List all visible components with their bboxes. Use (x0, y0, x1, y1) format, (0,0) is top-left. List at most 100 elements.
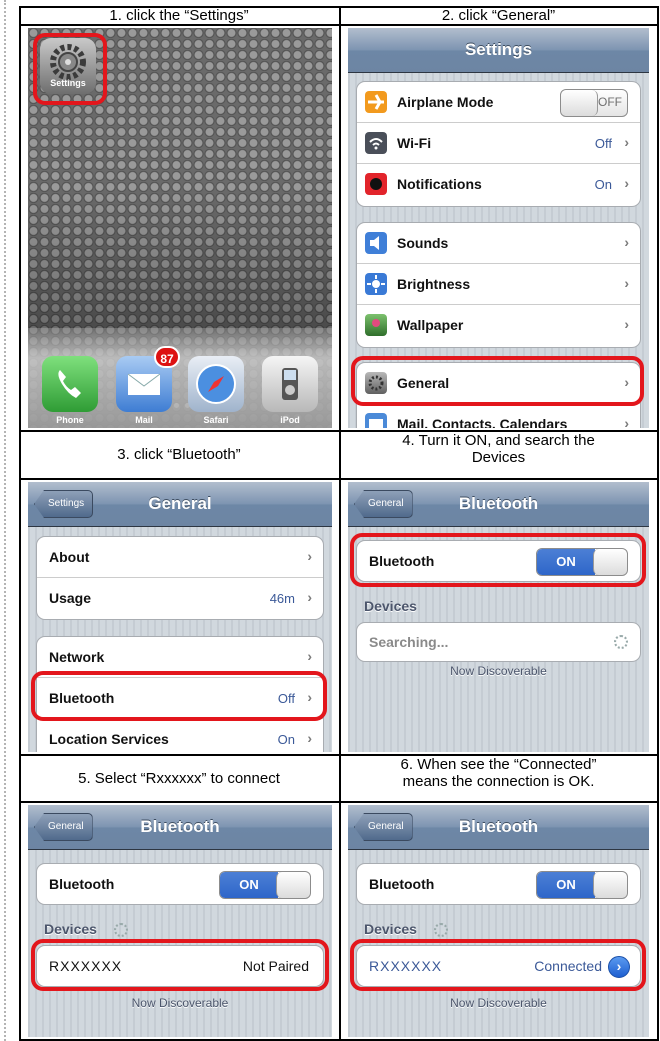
wallpaper-icon (365, 314, 387, 336)
bluetooth-toggle-group: Bluetooth ON (36, 863, 324, 905)
highlight-device (31, 939, 329, 991)
chevron-right-icon: › (307, 589, 312, 605)
chevron-right-icon: › (624, 134, 629, 150)
spinner-icon (614, 635, 628, 649)
searching-label: Searching... (369, 634, 449, 650)
highlight-general (351, 356, 644, 406)
bluetooth-navbar: General Bluetooth (348, 482, 649, 527)
step5-caption: 5. Select “Rxxxxxx” to connect (78, 770, 280, 787)
settings-row-label: Notifications (397, 176, 482, 192)
general-row-location[interactable]: Location Services On › (37, 719, 323, 752)
safari-icon (196, 364, 236, 404)
highlight-settings (33, 33, 107, 105)
toggle-state: OFF (598, 95, 622, 109)
step4-caption-line1: 4. Turn it ON, and search the (402, 432, 595, 449)
bluetooth-connected-screen: General Bluetooth Bluetooth ON Devices R… (348, 805, 649, 1037)
step4-caption-line2: Devices (471, 449, 526, 466)
safari-app-icon[interactable] (188, 356, 244, 412)
settings-row-brightness[interactable]: Brightness › (357, 264, 640, 305)
chevron-right-icon: › (624, 275, 629, 291)
notifications-glyph (370, 178, 382, 190)
step6-caption-line1: 6. When see the “Connected” (400, 756, 597, 773)
sun-glyph (367, 275, 385, 293)
bluetooth-row-label: Bluetooth (369, 876, 435, 892)
chevron-right-icon: › (624, 415, 629, 428)
location-value: On (277, 732, 295, 747)
envelope-glyph (369, 419, 383, 428)
settings-group-1: Airplane Mode OFF Wi-Fi Off › Notificati… (356, 81, 641, 207)
notifications-value: On (594, 177, 612, 192)
step6-caption: 6. When see the “Connected” means the co… (340, 756, 657, 790)
settings-row-notifications[interactable]: Notifications On › (357, 164, 640, 205)
settings-row-label: Airplane Mode (397, 94, 494, 110)
dock-label: iPod (280, 415, 300, 425)
general-row-label: About (49, 549, 90, 565)
general-title: General (148, 494, 212, 513)
ipod-icon (282, 368, 298, 400)
settings-row-label: Brightness (397, 276, 471, 292)
settings-row-label: Wi-Fi (397, 135, 432, 151)
table-divider (339, 6, 341, 1041)
bluetooth-title: Bluetooth (458, 494, 539, 513)
mail-app-icon[interactable]: 87 (116, 346, 180, 412)
chevron-right-icon: › (307, 548, 312, 564)
settings-navbar: Settings (348, 28, 649, 73)
bluetooth-toggle[interactable]: ON (219, 871, 311, 899)
bluetooth-row-label: Bluetooth (49, 876, 115, 892)
flower-glyph (372, 319, 380, 327)
settings-row-label: Wallpaper (397, 317, 464, 333)
settings-row-mail[interactable]: Mail, Contacts, Calendars › (357, 404, 640, 428)
wifi-glyph (369, 138, 383, 150)
settings-screen: Settings Airplane Mode OFF Wi-Fi Off › N… (348, 28, 649, 428)
bluetooth-toggle[interactable]: ON (536, 871, 628, 899)
discoverable-note: Now Discoverable (131, 996, 229, 1010)
chevron-right-icon: › (307, 730, 312, 746)
chevron-right-icon: › (624, 175, 629, 191)
margin-dotted-line (4, 0, 8, 1041)
general-row-usage[interactable]: Usage 46m › (37, 578, 323, 619)
home-screen: Settings Phone 87 Mail Safari iPod (28, 28, 332, 428)
searching-row: Searching... (357, 623, 640, 661)
toggle-knob (593, 872, 627, 898)
table-border-right (657, 6, 659, 1041)
step1-caption: 1. click the “Settings” (109, 7, 249, 24)
toggle-knob (276, 872, 310, 898)
settings-group-2: Sounds › Brightness › Wallpaper › (356, 222, 641, 348)
devices-header: Devices (44, 921, 97, 937)
settings-row-airplane[interactable]: Airplane Mode OFF (357, 82, 640, 123)
wifi-value: Off (594, 136, 612, 151)
settings-row-wallpaper[interactable]: Wallpaper › (357, 305, 640, 346)
bluetooth-title: Bluetooth (458, 817, 539, 836)
mail-icon (365, 413, 387, 428)
general-row-about[interactable]: About › (37, 537, 323, 578)
dock: Phone 87 Mail Safari iPod (28, 328, 332, 428)
settings-row-label: Mail, Contacts, Calendars (397, 416, 568, 428)
chevron-right-icon: › (624, 234, 629, 250)
settings-row-sounds[interactable]: Sounds › (357, 223, 640, 264)
ipod-app-icon[interactable] (262, 356, 318, 412)
notifications-icon (365, 173, 387, 195)
discoverable-note: Now Discoverable (450, 664, 547, 678)
settings-title: Settings (464, 40, 533, 59)
speaker-icon (365, 232, 387, 254)
general-screen: Settings General About › Usage 46m › Net… (28, 482, 332, 752)
bluetooth-title: Bluetooth (140, 817, 220, 836)
dock-label: Mail (135, 415, 153, 425)
settings-row-label: Sounds (397, 235, 449, 251)
bluetooth-row: Bluetooth ON (37, 864, 323, 904)
airplane-glyph (368, 94, 384, 110)
speaker-glyph (370, 236, 379, 250)
general-navbar: Settings General (28, 482, 332, 527)
step2-caption: 2. click “General” (441, 7, 556, 24)
spinner-icon (434, 923, 448, 937)
toggle-state: ON (537, 872, 595, 898)
bluetooth-select-screen: General Bluetooth Bluetooth ON Devices R… (28, 805, 332, 1037)
toggle-state: ON (220, 872, 278, 898)
highlight-connected (350, 939, 646, 991)
phone-app-icon[interactable] (42, 356, 98, 412)
settings-row-wifi[interactable]: Wi-Fi Off › (357, 123, 640, 164)
bluetooth-navbar: General Bluetooth (348, 805, 649, 850)
dock-label: Safari (203, 415, 229, 425)
table-border-left (19, 6, 21, 1041)
airplane-toggle[interactable]: OFF (560, 89, 628, 117)
